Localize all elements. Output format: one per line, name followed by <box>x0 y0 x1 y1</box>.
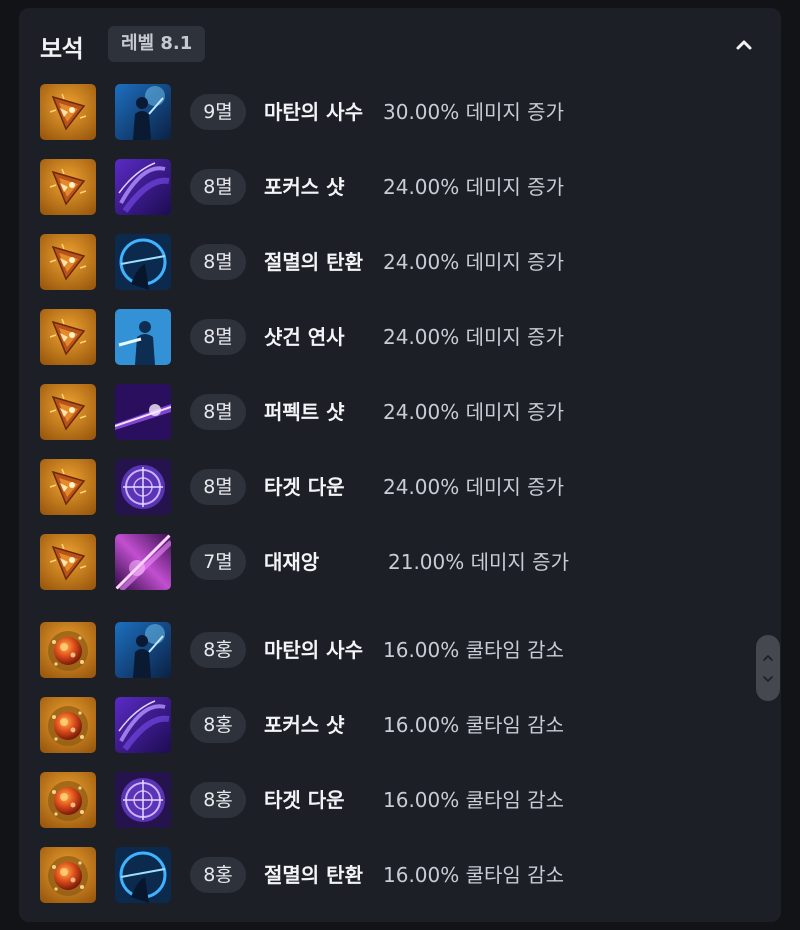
gem-grade-badge: 7멸 <box>190 544 246 580</box>
skill-icon <box>115 234 171 290</box>
gem-grade-badge: 8홍 <box>190 632 246 668</box>
gem-row[interactable]: 7멸 대재앙 21.00% 데미지 증가 <box>19 534 781 590</box>
gem-row[interactable]: 9멸 마탄의 사수 30.00% 데미지 증가 <box>19 84 781 140</box>
gem-effect: 16.00% 쿨타임 감소 <box>383 638 564 662</box>
cooldown-gem-icon <box>40 697 96 753</box>
skill-name: 마탄의 사수 <box>264 100 363 124</box>
skill-icon <box>115 622 171 678</box>
gem-row[interactable]: 8멸 퍼펙트 샷 24.00% 데미지 증가 <box>19 384 781 440</box>
level-badge: 레벨 8.1 <box>108 26 206 62</box>
skill-name: 타겟 다운 <box>264 475 345 499</box>
cooldown-gem-icon <box>40 622 96 678</box>
scrollbar[interactable] <box>756 635 780 701</box>
gem-grade-badge: 8멸 <box>190 394 246 430</box>
skill-icon <box>115 772 171 828</box>
section-title: 보석 <box>40 35 84 63</box>
skill-icon <box>115 534 171 590</box>
gem-effect: 24.00% 데미지 증가 <box>383 325 564 349</box>
gem-grade-badge: 8홍 <box>190 707 246 743</box>
skill-name: 퍼펙트 샷 <box>264 400 345 424</box>
damage-gem-icon <box>40 159 96 215</box>
cooldown-gem-icon <box>40 847 96 903</box>
skill-name: 포커스 샷 <box>264 175 345 199</box>
gem-panel: 보석 레벨 8.1 9멸 마탄의 사수 30.00% 데미지 증가 8멸 포커스… <box>19 8 781 922</box>
gem-grade-badge: 8홍 <box>190 857 246 893</box>
skill-icon <box>115 159 171 215</box>
skill-name: 포커스 샷 <box>264 713 345 737</box>
gem-row[interactable]: 8홍 포커스 샷 16.00% 쿨타임 감소 <box>19 697 781 753</box>
gem-grade-badge: 8멸 <box>190 169 246 205</box>
gem-grade-badge: 8멸 <box>190 469 246 505</box>
skill-name: 타겟 다운 <box>264 788 345 812</box>
damage-gem-icon <box>40 234 96 290</box>
skill-icon <box>115 84 171 140</box>
gem-effect: 16.00% 쿨타임 감소 <box>383 788 564 812</box>
skill-icon <box>115 847 171 903</box>
damage-gem-icon <box>40 534 96 590</box>
gem-grade-badge: 9멸 <box>190 94 246 130</box>
gem-row[interactable]: 8멸 절멸의 탄환 24.00% 데미지 증가 <box>19 234 781 290</box>
skill-icon <box>115 384 171 440</box>
skill-icon <box>115 697 171 753</box>
gem-effect: 24.00% 데미지 증가 <box>383 400 564 424</box>
gem-grade-badge: 8홍 <box>190 782 246 818</box>
skill-name: 샷건 연사 <box>264 325 345 349</box>
skill-name: 대재앙 <box>264 550 320 574</box>
chevron-down-icon[interactable] <box>763 676 773 682</box>
gem-row[interactable]: 8멸 샷건 연사 24.00% 데미지 증가 <box>19 309 781 365</box>
skill-name: 절멸의 탄환 <box>264 863 363 887</box>
gem-effect: 24.00% 데미지 증가 <box>383 175 564 199</box>
gem-row[interactable]: 8멸 포커스 샷 24.00% 데미지 증가 <box>19 159 781 215</box>
gem-row[interactable]: 8멸 타겟 다운 24.00% 데미지 증가 <box>19 459 781 515</box>
gem-effect: 24.00% 데미지 증가 <box>383 475 564 499</box>
skill-name: 절멸의 탄환 <box>264 250 363 274</box>
gem-effect: 16.00% 쿨타임 감소 <box>383 713 564 737</box>
gem-effect: 16.00% 쿨타임 감소 <box>383 863 564 887</box>
gem-grade-badge: 8멸 <box>190 319 246 355</box>
gem-grade-badge: 8멸 <box>190 244 246 280</box>
gem-row[interactable]: 8홍 절멸의 탄환 16.00% 쿨타임 감소 <box>19 847 781 903</box>
chevron-up-icon[interactable] <box>731 32 757 56</box>
skill-icon <box>115 309 171 365</box>
skill-icon <box>115 459 171 515</box>
gem-row[interactable]: 8홍 마탄의 사수 16.00% 쿨타임 감소 <box>19 622 781 678</box>
gem-effect: 30.00% 데미지 증가 <box>383 100 564 124</box>
gem-row[interactable]: 8홍 타겟 다운 16.00% 쿨타임 감소 <box>19 772 781 828</box>
damage-gem-icon <box>40 459 96 515</box>
damage-gem-icon <box>40 309 96 365</box>
gem-effect: 21.00% 데미지 증가 <box>388 550 569 574</box>
gem-effect: 24.00% 데미지 증가 <box>383 250 564 274</box>
skill-name: 마탄의 사수 <box>264 638 363 662</box>
chevron-up-icon[interactable] <box>763 655 773 661</box>
damage-gem-icon <box>40 84 96 140</box>
damage-gem-icon <box>40 384 96 440</box>
cooldown-gem-icon <box>40 772 96 828</box>
